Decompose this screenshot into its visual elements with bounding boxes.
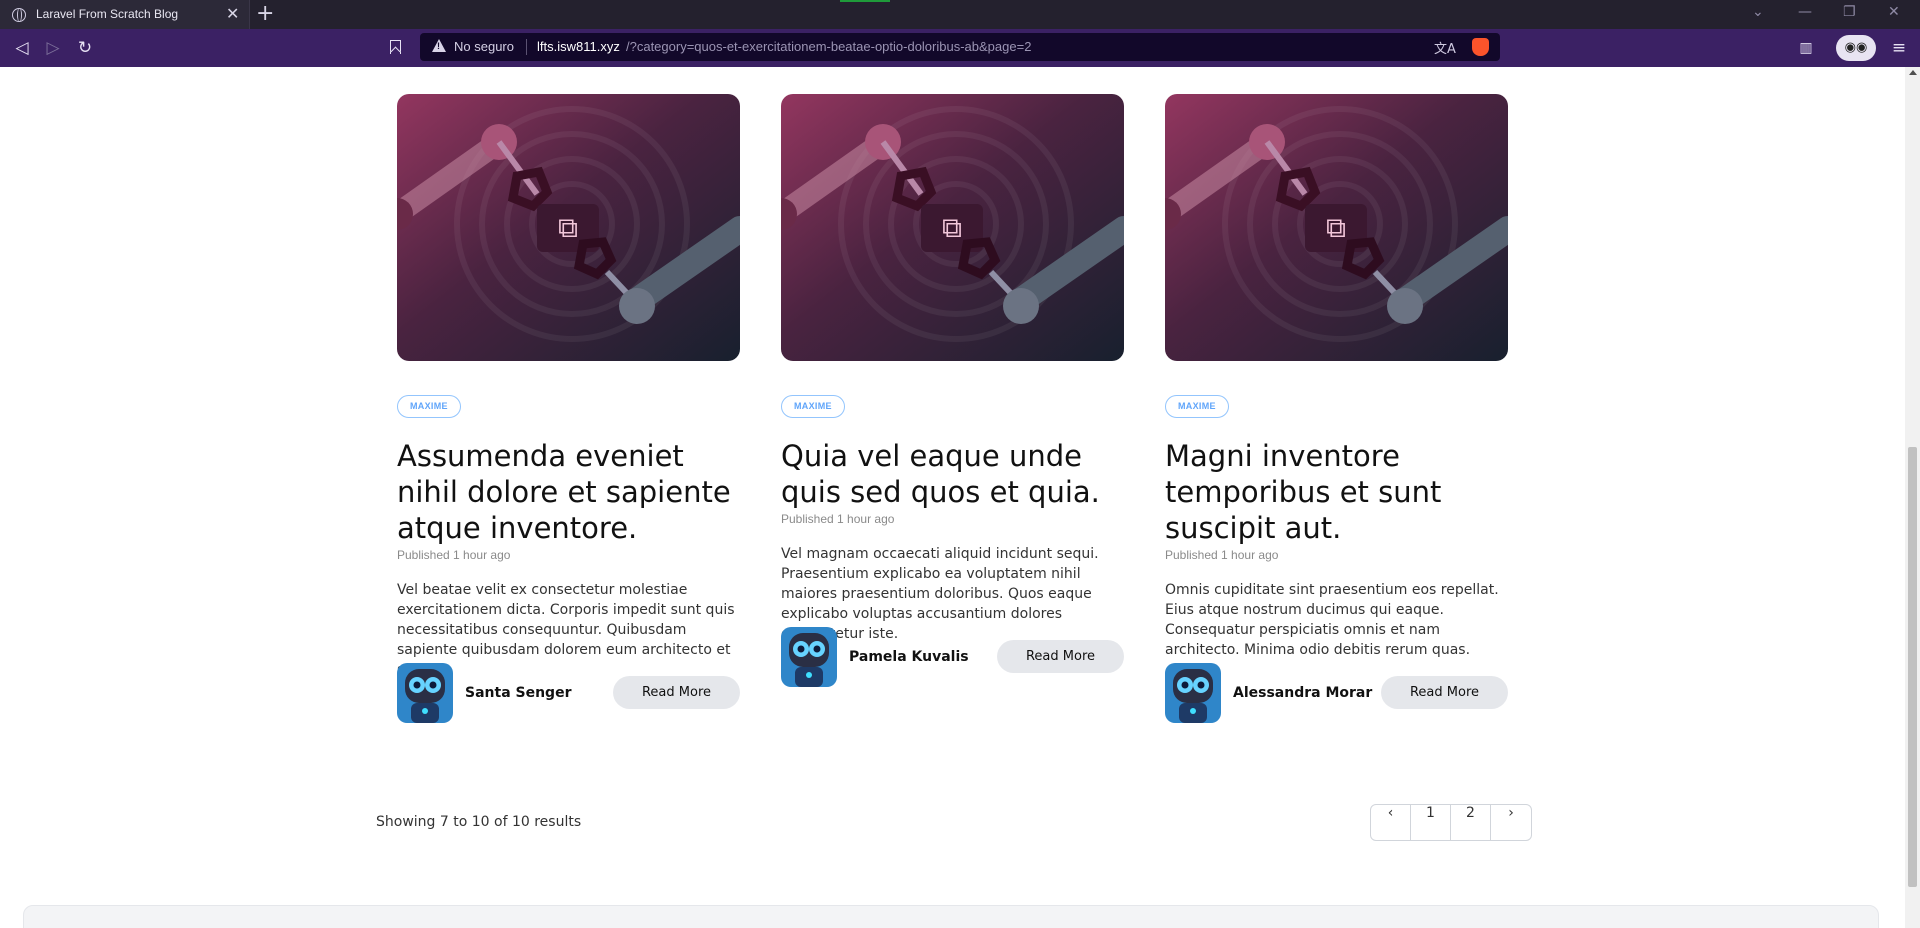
author-name[interactable]: Alessandra Morar <box>1233 685 1372 701</box>
category-tag[interactable]: MAXIME <box>397 395 461 418</box>
page-content: ⧉ MAXIME Assumenda eveniet nihil dolore … <box>0 67 1905 928</box>
author-name[interactable]: Pamela Kuvalis <box>849 649 969 665</box>
translate-icon[interactable]: 文A <box>1434 38 1456 57</box>
scroll-thumb[interactable] <box>1908 447 1917 887</box>
scrollbar[interactable] <box>1905 67 1920 928</box>
tab-close-icon[interactable]: ✕ <box>226 5 239 23</box>
post-card: ⧉ MAXIME Magni inventore temporibus et s… <box>1165 94 1508 723</box>
published-time: Published 1 hour ago <box>397 548 511 562</box>
warning-icon <box>432 39 446 52</box>
tab-search-icon[interactable]: ⌄ <box>1752 4 1764 20</box>
page-link-1[interactable]: 1 <box>1411 805 1451 840</box>
laravel-thumbnail-image: ⧉ <box>781 94 1124 361</box>
new-tab-button[interactable]: + <box>256 2 274 26</box>
read-more-button[interactable]: Read More <box>997 640 1124 673</box>
post-thumbnail[interactable]: ⧉ <box>397 94 740 361</box>
url-host: lfts.isw811.xyz <box>537 39 620 54</box>
post-card: ⧉ MAXIME Quia vel eaque unde quis sed qu… <box>781 94 1124 687</box>
globe-icon <box>12 8 26 22</box>
author-avatar <box>397 663 453 723</box>
pagination: ‹ 1 2 › <box>1370 804 1532 841</box>
vpn-glasses-icon[interactable]: ◉◉ <box>1836 35 1876 61</box>
previous-page-icon[interactable]: ‹ <box>1371 805 1411 840</box>
category-tag[interactable]: MAXIME <box>1165 395 1229 418</box>
post-thumbnail[interactable]: ⧉ <box>781 94 1124 361</box>
read-more-button[interactable]: Read More <box>1381 676 1508 709</box>
laravel-thumbnail-image: ⧉ <box>1165 94 1508 361</box>
svg-text:⧉: ⧉ <box>942 211 962 244</box>
minimize-icon[interactable]: — <box>1798 4 1812 20</box>
scroll-up-arrow-icon[interactable] <box>1909 70 1917 75</box>
sidebar-icon[interactable]: ▥ <box>1793 35 1819 61</box>
restore-icon[interactable]: ❐ <box>1843 4 1856 20</box>
back-icon[interactable]: ◁ <box>9 35 35 61</box>
menu-icon[interactable]: ≡ <box>1886 35 1912 61</box>
tab-title: Laravel From Scratch Blog <box>36 7 179 21</box>
close-window-icon[interactable]: ✕ <box>1888 4 1900 20</box>
next-page-icon[interactable]: › <box>1491 805 1531 840</box>
author-avatar <box>1165 663 1221 723</box>
reload-icon[interactable]: ↻ <box>72 35 98 61</box>
browser-tab[interactable]: Laravel From Scratch Blog ✕ <box>0 0 250 29</box>
svg-text:⧉: ⧉ <box>558 211 578 244</box>
post-title[interactable]: Magni inventore temporibus et sunt susci… <box>1165 438 1508 546</box>
author-avatar <box>781 627 837 687</box>
svg-text:⧉: ⧉ <box>1326 211 1346 244</box>
forward-icon[interactable]: ▷ <box>40 35 66 61</box>
laravel-thumbnail-image: ⧉ <box>397 94 740 361</box>
post-thumbnail[interactable]: ⧉ <box>1165 94 1508 361</box>
address-divider <box>526 39 527 55</box>
post-title[interactable]: Assumenda eveniet nihil dolore et sapien… <box>397 438 740 546</box>
post-excerpt: Omnis cupiditate sint praesentium eos re… <box>1165 582 1499 658</box>
browser-toolbar: ◁ ▷ ↻ No seguro lfts.isw811.xyz /?catego… <box>0 29 1920 67</box>
post-title[interactable]: Quia vel eaque unde quis sed quos et qui… <box>781 438 1124 510</box>
published-time: Published 1 hour ago <box>1165 548 1279 562</box>
post-card: ⧉ MAXIME Assumenda eveniet nihil dolore … <box>397 94 740 723</box>
published-time: Published 1 hour ago <box>781 512 895 526</box>
address-bar[interactable]: No seguro lfts.isw811.xyz /?category=quo… <box>420 33 1500 61</box>
url-path: /?category=quos-et-exercitationem-beatae… <box>626 39 1032 54</box>
results-summary: Showing 7 to 10 of 10 results <box>376 814 582 830</box>
page-link-2[interactable]: 2 <box>1451 805 1491 840</box>
category-tag[interactable]: MAXIME <box>781 395 845 418</box>
insecure-label[interactable]: No seguro <box>454 39 514 54</box>
brave-shield-icon[interactable] <box>1472 38 1489 56</box>
tab-activity-indicator <box>840 0 890 2</box>
newsletter-footer <box>23 905 1879 928</box>
author-name[interactable]: Santa Senger <box>465 685 571 701</box>
bookmark-icon[interactable] <box>390 40 401 54</box>
read-more-button[interactable]: Read More <box>613 676 740 709</box>
browser-tabbar: Laravel From Scratch Blog ✕ + ⌄ — ❐ ✕ <box>0 0 1920 29</box>
